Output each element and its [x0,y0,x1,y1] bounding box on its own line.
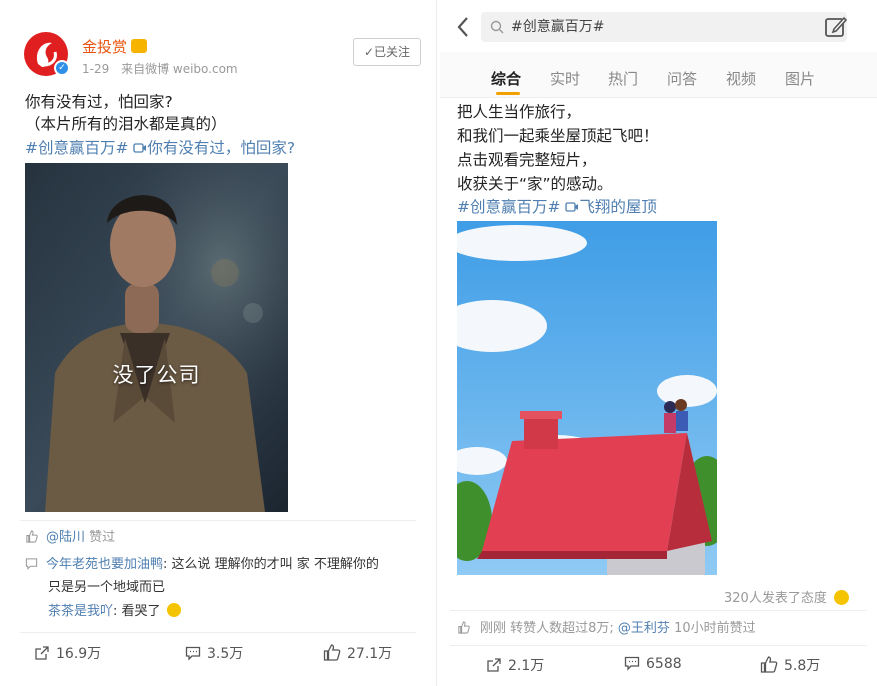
thumbs-up-icon [323,644,341,661]
active-tab-indicator [496,92,520,95]
repost-count: 2.1万 [508,658,545,674]
divider [450,610,867,611]
post-text-line2: 和我们一起乘坐屋顶起飞吧！ [457,127,659,145]
comment-2-text: : 看哭了 [113,604,161,619]
comment-2-user[interactable]: 茶茶是我吖 [48,604,113,619]
right-search-results: #创意赢百万# 综合 实时 热门 问答 视频 图片 把人生当作旅行， 和我们一起… [440,0,877,686]
video-link[interactable]: 飞翔的屋顶 [565,198,657,216]
post-date: 1-29 [82,62,110,76]
repost-button[interactable]: 2.1万 [486,655,544,675]
comment-1-text: : 这么说 理解你的才叫 家 不理解你的 [163,557,379,572]
verified-badge-icon: ✓ [54,60,70,76]
video-caption: 没了公司 [112,363,201,387]
activity-text: 刚刚 转赞人数超过8万; [480,621,618,636]
post-source: 来自微博 weibo.com [121,62,238,76]
tab-实时[interactable]: 实时 [550,68,580,89]
hashtag-link[interactable]: #创意赢百万# [25,139,128,157]
back-arrow-icon[interactable] [456,16,470,38]
vip-icon [131,39,148,53]
video-still-image [457,221,717,575]
repost-count: 16.9万 [56,646,102,662]
comment-count: 6588 [646,656,682,672]
video-still-image [25,163,288,512]
video-icon [133,143,147,153]
video-thumbnail[interactable]: 没了公司 [25,163,288,512]
left-weibo-post: ✓ 金投赏 1-29 来自微博 weibo.com ✓已关注 你有没有过，怕回家… [0,0,437,686]
reaction-summary[interactable]: 320人发表了态度 [724,587,849,606]
reaction-count: 320人发表了态度 [724,591,827,606]
search-icon [490,20,504,34]
video-link-label: 飞翔的屋顶 [579,198,657,216]
like-count: 27.1万 [347,646,393,662]
tab-图片[interactable]: 图片 [785,68,815,89]
post-links: #创意赢百万# 飞翔的屋顶 [457,195,657,217]
like-notice: @陆川 赞过 [25,526,115,545]
post-text-line3: 点击观看完整短片， [457,151,597,169]
compose-icon[interactable] [824,15,848,39]
repost-icon [487,658,501,672]
comment-button[interactable]: 3.5万 [185,643,243,663]
like-button[interactable]: 5.8万 [760,655,820,675]
video-link-label: 你有没有过，怕回家? [147,139,296,157]
video-thumbnail[interactable] [457,221,717,575]
video-icon [565,202,579,212]
comment-2: 茶茶是我吖: 看哭了 [48,600,181,619]
comment-icon [624,656,640,671]
comment-button[interactable]: 6588 [624,655,682,672]
search-input[interactable]: #创意赢百万# [481,12,847,42]
search-query: #创意赢百万# [511,19,605,35]
post-meta: 1-29 来自微博 weibo.com [82,60,246,77]
like-count: 5.8万 [784,658,821,674]
post-text-line1: 把人生当作旅行， [457,103,582,121]
username[interactable]: 金投赏 [82,36,148,57]
divider [20,632,416,633]
post-text-line1: 你有没有过，怕回家? [25,93,173,111]
comment-icon [25,558,38,570]
post-links: #创意赢百万# 你有没有过，怕回家? [25,136,295,158]
comment-icon [185,646,201,661]
hashtag-link[interactable]: #创意赢百万# [457,198,560,216]
activity-notice: 刚刚 转赞人数超过8万; @王利芬 10小时前赞过 [457,617,756,636]
tab-视频[interactable]: 视频 [726,68,756,89]
comment-count: 3.5万 [207,646,244,662]
divider [450,645,867,646]
tab-问答[interactable]: 问答 [667,68,697,89]
video-link[interactable]: 你有没有过，怕回家? [133,139,295,157]
comment-1: 今年老苑也要加油鸭: 这么说 理解你的才叫 家 不理解你的 [25,553,379,572]
thumbs-up-icon [26,530,38,543]
divider [20,520,416,521]
post-text-line2: （本片所有的泪水都是真的） [25,115,227,133]
thumbs-up-icon [458,621,470,634]
liker-link[interactable]: @陆川 [46,530,85,545]
thumbs-up-icon [760,656,778,673]
tab-综合[interactable]: 综合 [491,68,521,89]
crying-emoji-icon [166,603,181,617]
activity-time: 10小时前赞过 [669,621,756,636]
activity-user[interactable]: @王利芬 [618,621,670,636]
repost-button[interactable]: 16.9万 [34,643,101,663]
comment-1-continued: 只是另一个地域而已 [48,580,166,595]
like-button[interactable]: 27.1万 [323,643,392,663]
tab-热门[interactable]: 热门 [608,68,638,89]
laughing-emoji-icon [833,590,849,605]
comment-1-user[interactable]: 今年老苑也要加油鸭 [46,557,163,572]
follow-button[interactable]: ✓已关注 [353,38,421,66]
post-text-line4: 收获关于“家”的感动。 [457,175,613,193]
repost-icon [35,646,49,660]
liked-label: 赞过 [89,530,116,545]
